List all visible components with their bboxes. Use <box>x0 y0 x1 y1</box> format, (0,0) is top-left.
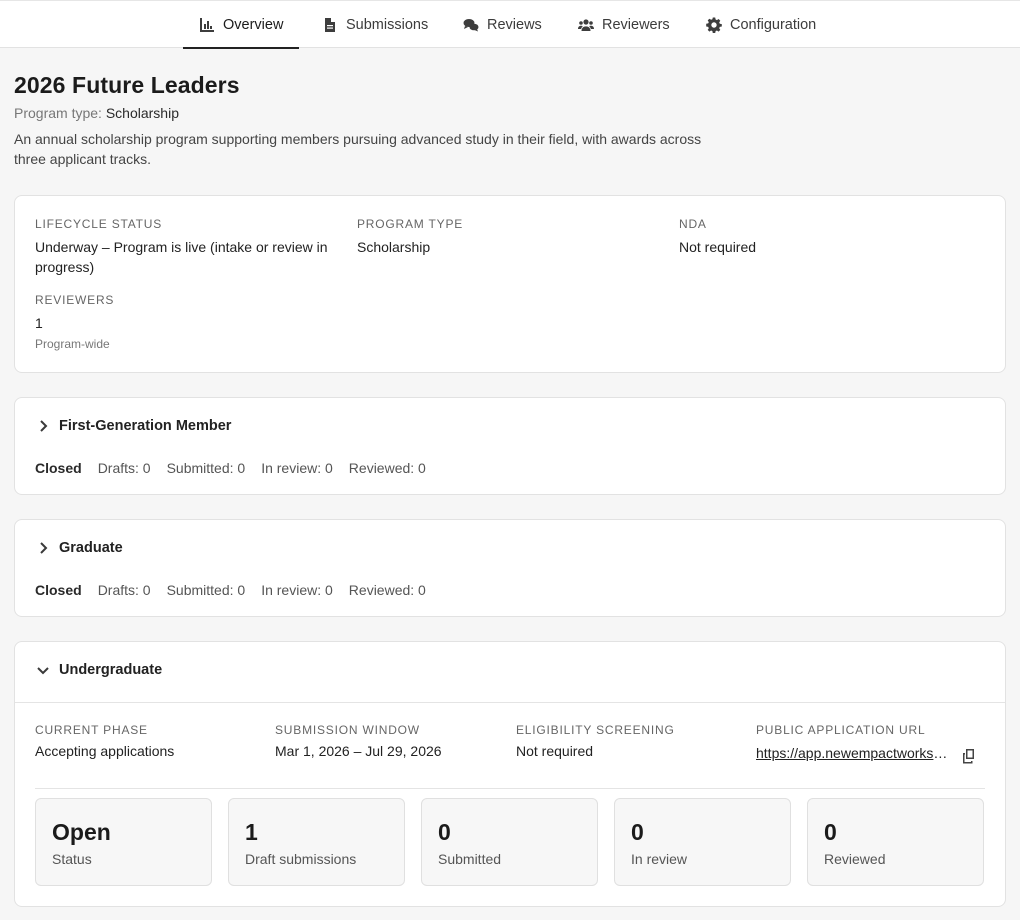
drafts-count: Drafts: 0 <box>97 582 151 598</box>
track-status: Closed <box>35 582 82 598</box>
submitted-count: Submitted: 0 <box>166 460 246 476</box>
current-phase-field: Current phase Accepting applications <box>35 723 265 761</box>
field-label: Program type <box>357 217 464 231</box>
document-icon <box>322 17 338 33</box>
tab-reviews[interactable]: Reviews <box>463 1 542 48</box>
tile-value: 1 <box>245 819 258 845</box>
tile-label: Draft submissions <box>245 851 357 867</box>
tab-label: Configuration <box>730 16 817 33</box>
field-value: Mar 1, 2026 – Jul 29, 2026 <box>275 743 442 759</box>
tab-label: Reviews <box>487 16 542 33</box>
track-toggle[interactable]: Graduate <box>35 540 123 556</box>
field-value: Underway – Program is live (intake or re… <box>35 239 328 275</box>
chevron-right-icon <box>35 418 51 434</box>
track-name: Graduate <box>59 540 123 556</box>
tile-value: 0 <box>631 819 644 845</box>
public-application-link[interactable]: https://app.newempactworks.com/apply/202… <box>756 745 948 761</box>
tile-value: 0 <box>824 819 837 845</box>
program-description: An annual scholarship program supporting… <box>14 131 702 167</box>
tab-configuration[interactable]: Configuration <box>706 1 816 48</box>
copy-icon[interactable] <box>961 748 979 766</box>
tab-label: Submissions <box>346 16 429 33</box>
chevron-down-icon <box>35 662 51 678</box>
public-url-field: Public application URL https://app.newem… <box>756 723 956 766</box>
tab-label: Overview <box>223 16 284 33</box>
field-label: Lifecycle status <box>35 217 163 231</box>
tile-label: Submitted <box>438 851 502 867</box>
tab-overview[interactable]: Overview <box>182 1 300 49</box>
tab-label: Reviewers <box>602 16 670 33</box>
tile-label: In review <box>631 851 688 867</box>
reviewed-count: Reviewed: 0 <box>348 460 426 476</box>
tile-value: 0 <box>438 819 451 845</box>
gear-icon <box>706 17 722 33</box>
track-name: Undergraduate <box>59 662 163 678</box>
reviewed-tile: 0 Reviewed <box>807 798 984 886</box>
field-label: Submission window <box>275 723 420 737</box>
comments-icon <box>463 17 479 33</box>
submission-window-field: Submission window Mar 1, 2026 – Jul 29, … <box>275 723 505 761</box>
track-name: First-Generation Member <box>59 418 232 434</box>
track-card-graduate: Graduate Closed Drafts: 0 Submitted: 0 I… <box>14 519 1006 617</box>
tab-reviewers[interactable]: Reviewers <box>578 1 670 48</box>
track-stats: Closed Drafts: 0 Submitted: 0 In review:… <box>35 460 442 476</box>
field-value: Not required <box>516 743 594 759</box>
submitted-tile: 0 Submitted <box>421 798 598 886</box>
lifecycle-status-field: Lifecycle status Underway – Program is l… <box>35 217 345 277</box>
track-toggle[interactable]: Undergraduate <box>35 662 162 678</box>
main-content: 2026 Future Leaders Program type: Schola… <box>0 72 1020 907</box>
divider <box>15 702 1005 703</box>
eligibility-screening-field: Eligibility screening Not required <box>516 723 746 761</box>
program-type-line: Program type: Scholarship <box>14 105 1006 121</box>
track-stats: Closed Drafts: 0 Submitted: 0 In review:… <box>35 582 442 598</box>
users-icon <box>578 17 594 33</box>
track-status: Closed <box>35 460 82 476</box>
field-label: Reviewers <box>35 293 115 307</box>
field-label: Public application URL <box>756 723 926 737</box>
track-card-first-generation: First-Generation Member Closed Drafts: 0… <box>14 397 1006 495</box>
field-value: Accepting applications <box>35 743 175 759</box>
in-review-count: In review: 0 <box>261 582 333 598</box>
chart-icon <box>199 17 215 33</box>
drafts-count: Drafts: 0 <box>97 460 151 476</box>
track-toggle[interactable]: First-Generation Member <box>35 418 231 434</box>
program-type-value: Scholarship <box>105 105 179 121</box>
submitted-count: Submitted: 0 <box>166 582 246 598</box>
draft-submissions-tile: 1 Draft submissions <box>228 798 405 886</box>
top-tab-bar: Overview Submissions Reviews Reviewers C… <box>0 0 1020 49</box>
field-value: Not required <box>679 239 757 255</box>
field-label: NDA <box>679 217 707 231</box>
field-value: Scholarship <box>357 239 431 255</box>
in-review-count: In review: 0 <box>261 460 333 476</box>
field-value: 1 <box>35 315 43 331</box>
field-subtext: Program-wide <box>35 337 110 351</box>
tile-label: Status <box>52 851 92 867</box>
tile-label: Reviewed <box>824 851 886 867</box>
field-label: Eligibility screening <box>516 723 675 737</box>
track-card-undergraduate: Undergraduate Current phase Accepting ap… <box>14 641 1006 907</box>
program-type-field: Program type Scholarship <box>357 217 657 257</box>
chevron-right-icon <box>35 540 51 556</box>
status-tile: Open Status <box>35 798 212 886</box>
tab-submissions[interactable]: Submissions <box>322 1 428 48</box>
reviewers-field: Reviewers 1 Program-wide <box>35 293 335 351</box>
nda-field: NDA Not required <box>679 217 979 257</box>
in-review-tile: 0 In review <box>614 798 791 886</box>
program-type-label: Program type: <box>14 105 102 121</box>
tile-value: Open <box>52 819 111 845</box>
page-title: 2026 Future Leaders <box>14 72 240 98</box>
divider <box>35 788 985 789</box>
field-label: Current phase <box>35 723 148 737</box>
program-summary-card: Lifecycle status Underway – Program is l… <box>14 195 1006 373</box>
reviewed-count: Reviewed: 0 <box>348 582 426 598</box>
